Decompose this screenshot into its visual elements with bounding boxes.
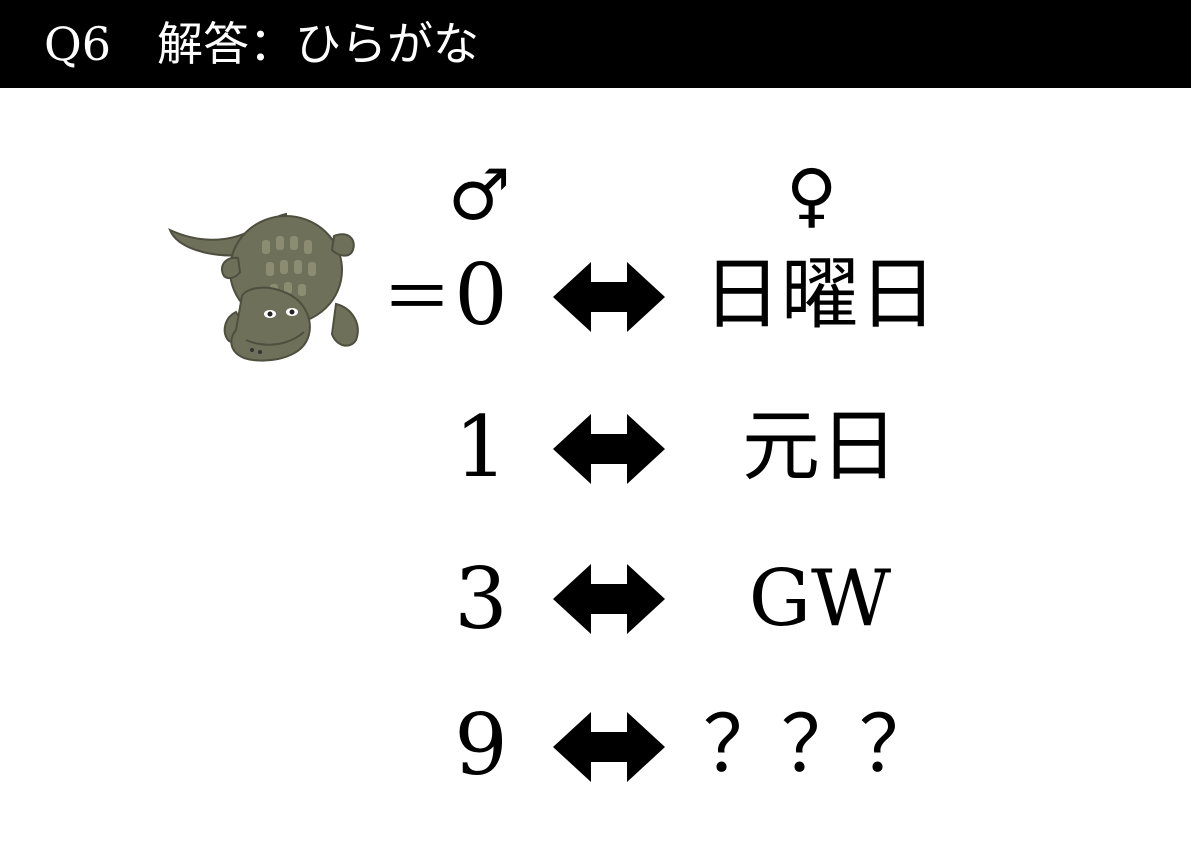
double-arrow-icon (553, 712, 665, 782)
row-number-2: 3 (454, 550, 508, 648)
male-symbol: ♂ (448, 154, 511, 236)
row-answer-0: 日曜日 (702, 250, 937, 340)
row-answer-3: ？？？ (702, 700, 937, 790)
row-number-3: 9 (454, 696, 508, 794)
double-arrow-icon (553, 564, 665, 634)
equals-sign: ＝ (382, 257, 452, 339)
female-symbol: ♀ (786, 154, 838, 236)
header-bar: Q6 解答：ひらがな (0, 0, 1191, 88)
page-title: Q6 解答：ひらがな (44, 17, 479, 71)
row-number-0: 0 (454, 246, 508, 344)
double-arrow-icon (553, 414, 665, 484)
row-number-1: 1 (454, 398, 508, 496)
row-answer-1: 元日 (741, 402, 898, 492)
crocodile-icon (168, 212, 359, 362)
double-arrow-icon (553, 262, 665, 332)
row-answer-2: GW (748, 554, 892, 644)
